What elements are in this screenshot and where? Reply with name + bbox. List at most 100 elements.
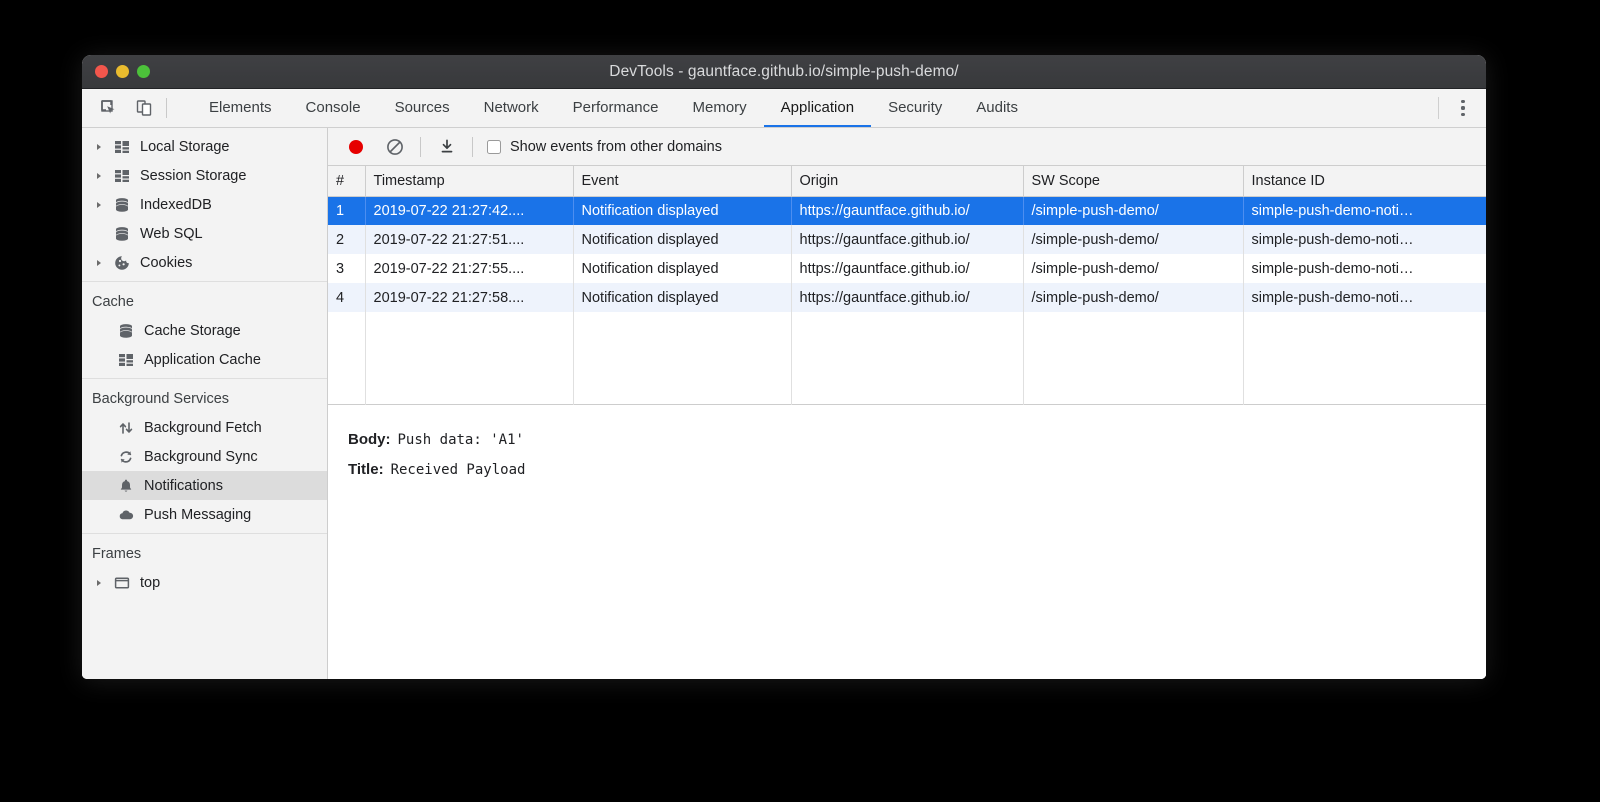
cell-index: 1 xyxy=(328,196,365,225)
sidebar-item-label: Background Fetch xyxy=(142,420,262,436)
device-toolbar-icon[interactable] xyxy=(131,95,157,121)
column-header-index[interactable]: # xyxy=(328,166,365,196)
sidebar-item-cookies[interactable]: Cookies xyxy=(82,248,327,277)
table-row[interactable]: 3 2019-07-22 21:27:55.... Notification d… xyxy=(328,254,1486,283)
cell-sw-scope: /simple-push-demo/ xyxy=(1023,254,1243,283)
tab-elements[interactable]: Elements xyxy=(192,89,289,127)
table-storage-icon xyxy=(112,139,132,155)
tab-network[interactable]: Network xyxy=(467,89,556,127)
cell-sw-scope: /simple-push-demo/ xyxy=(1023,196,1243,225)
column-header-origin[interactable]: Origin xyxy=(791,166,1023,196)
tab-memory[interactable]: Memory xyxy=(676,89,764,127)
maximize-window-button[interactable] xyxy=(137,65,150,78)
tab-application[interactable]: Application xyxy=(764,89,871,127)
show-other-domains-label: Show events from other domains xyxy=(510,139,722,155)
tab-security[interactable]: Security xyxy=(871,89,959,127)
sidebar-item-indexeddb[interactable]: IndexedDB xyxy=(82,190,327,219)
cell-event: Notification displayed xyxy=(573,283,791,312)
show-other-domains-checkbox[interactable] xyxy=(487,140,501,154)
cell-timestamp: 2019-07-22 21:27:42.... xyxy=(365,196,573,225)
cell-empty xyxy=(791,312,1023,404)
sidebar-item-cache-storage[interactable]: Cache Storage xyxy=(82,316,327,345)
sidebar-item-background-sync[interactable]: Background Sync xyxy=(82,442,327,471)
chevron-right-icon[interactable] xyxy=(92,172,106,180)
cell-empty xyxy=(365,312,573,404)
chevron-right-icon[interactable] xyxy=(92,143,106,151)
window-title-bar: DevTools - gauntface.github.io/simple-pu… xyxy=(82,55,1486,89)
events-data-grid: # Timestamp Event Origin SW Scope Instan… xyxy=(328,166,1486,405)
cell-sw-scope: /simple-push-demo/ xyxy=(1023,283,1243,312)
sidebar-group-cache: Cache Cache Storage Application Cache xyxy=(82,281,327,378)
sidebar-item-label: Push Messaging xyxy=(142,507,251,523)
detail-key: Title: xyxy=(348,455,384,484)
kebab-menu-icon[interactable] xyxy=(1448,89,1478,128)
sidebar-item-notifications[interactable]: Notifications xyxy=(82,471,327,500)
cell-event: Notification displayed xyxy=(573,225,791,254)
show-other-domains-checkbox-wrap[interactable]: Show events from other domains xyxy=(487,139,722,155)
record-circle-icon[interactable] xyxy=(342,133,369,160)
sidebar-item-label: Cookies xyxy=(138,255,192,271)
table-header-row: # Timestamp Event Origin SW Scope Instan… xyxy=(328,166,1486,196)
sidebar-item-label: Application Cache xyxy=(142,352,261,368)
minimize-window-button[interactable] xyxy=(116,65,129,78)
sidebar-group-storage: Local Storage Session Storage xyxy=(82,128,327,281)
download-arrow-icon[interactable] xyxy=(433,133,460,160)
arrows-up-down-icon xyxy=(116,420,136,436)
sidebar-item-label: Notifications xyxy=(142,478,223,494)
detail-value: Received Payload xyxy=(391,456,526,485)
sidebar-item-label: IndexedDB xyxy=(138,197,212,213)
tab-label: Audits xyxy=(976,99,1018,116)
cell-instance-id: simple-push-demo-noti… xyxy=(1243,196,1486,225)
tab-label: Application xyxy=(781,99,854,116)
sidebar-group-frames: Frames top xyxy=(82,533,327,601)
table-row[interactable]: 2 2019-07-22 21:27:51.... Notification d… xyxy=(328,225,1486,254)
devtools-tab-bar: Elements Console Sources Network Perform… xyxy=(82,89,1486,128)
table-row[interactable]: 1 2019-07-22 21:27:42.... Notification d… xyxy=(328,196,1486,225)
column-header-timestamp[interactable]: Timestamp xyxy=(365,166,573,196)
cell-instance-id: simple-push-demo-noti… xyxy=(1243,254,1486,283)
sidebar-item-top-frame[interactable]: top xyxy=(82,568,327,597)
table-row[interactable]: 4 2019-07-22 21:27:58.... Notification d… xyxy=(328,283,1486,312)
chevron-right-icon[interactable] xyxy=(92,201,106,209)
sidebar-item-web-sql[interactable]: Web SQL xyxy=(82,219,327,248)
tab-label: Sources xyxy=(395,99,450,116)
toolbar-divider xyxy=(1438,97,1439,119)
tab-performance[interactable]: Performance xyxy=(556,89,676,127)
tab-console[interactable]: Console xyxy=(289,89,378,127)
chevron-right-icon[interactable] xyxy=(92,579,106,587)
cell-empty xyxy=(328,312,365,404)
sidebar-item-push-messaging[interactable]: Push Messaging xyxy=(82,500,327,529)
clear-prohibited-icon[interactable] xyxy=(381,133,408,160)
cell-sw-scope: /simple-push-demo/ xyxy=(1023,225,1243,254)
cell-empty xyxy=(1243,312,1486,404)
sidebar-item-application-cache[interactable]: Application Cache xyxy=(82,345,327,374)
chevron-right-icon[interactable] xyxy=(92,259,106,267)
tab-audits[interactable]: Audits xyxy=(959,89,1035,127)
tab-sources[interactable]: Sources xyxy=(378,89,467,127)
column-header-sw-scope[interactable]: SW Scope xyxy=(1023,166,1243,196)
database-icon xyxy=(112,226,132,242)
detail-row-body: Body: Push data: 'A1' xyxy=(348,425,1486,455)
sidebar-item-local-storage[interactable]: Local Storage xyxy=(82,132,327,161)
sidebar-item-label: Web SQL xyxy=(138,226,203,242)
sidebar-item-label: Local Storage xyxy=(138,139,229,155)
cell-origin: https://gauntface.github.io/ xyxy=(791,283,1023,312)
column-header-instance-id[interactable]: Instance ID xyxy=(1243,166,1486,196)
bell-icon xyxy=(116,478,136,494)
notifications-panel: Show events from other domains # Timesta… xyxy=(328,128,1486,679)
cell-origin: https://gauntface.github.io/ xyxy=(791,225,1023,254)
database-icon xyxy=(112,197,132,213)
tab-label: Security xyxy=(888,99,942,116)
sidebar-item-background-fetch[interactable]: Background Fetch xyxy=(82,413,327,442)
application-sidebar: Local Storage Session Storage xyxy=(82,128,328,679)
frame-window-icon xyxy=(112,575,132,591)
sidebar-item-session-storage[interactable]: Session Storage xyxy=(82,161,327,190)
events-table: # Timestamp Event Origin SW Scope Instan… xyxy=(328,166,1486,405)
tab-bar-left-icons xyxy=(82,89,178,127)
events-table-head: # Timestamp Event Origin SW Scope Instan… xyxy=(328,166,1486,196)
inspect-element-icon[interactable] xyxy=(96,95,122,121)
close-window-button[interactable] xyxy=(95,65,108,78)
cell-origin: https://gauntface.github.io/ xyxy=(791,196,1023,225)
column-header-event[interactable]: Event xyxy=(573,166,791,196)
cell-empty xyxy=(573,312,791,404)
